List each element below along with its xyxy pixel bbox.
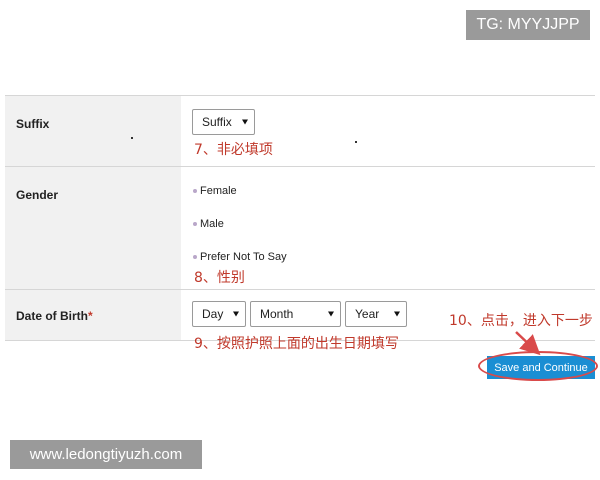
dropdown-arrow-icon	[328, 311, 334, 317]
dob-label-text: Date of Birth	[16, 309, 88, 323]
suffix-row: Suffix Suffix	[5, 95, 595, 166]
annotation-step7: 7、非必填项	[194, 142, 273, 158]
dropdown-arrow-icon	[233, 311, 239, 317]
gender-row: Gender Female Male Prefer Not To Say	[5, 166, 595, 289]
suffix-select-value: Suffix	[202, 115, 232, 129]
dob-year-select[interactable]: Year	[345, 301, 407, 327]
gender-option-label: Prefer Not To Say	[200, 251, 287, 263]
tg-watermark: TG: MYYJJPP	[466, 10, 590, 40]
dob-label: Date of Birth*	[5, 290, 181, 340]
radio-icon[interactable]	[193, 222, 197, 226]
dob-year-value: Year	[355, 307, 380, 321]
gender-option-label: Female	[200, 185, 237, 197]
highlight-circle	[478, 351, 598, 381]
gender-option-prefer-not[interactable]: Prefer Not To Say	[193, 251, 287, 263]
site-watermark: www.ledongtiyuzh.com	[10, 440, 202, 469]
stray-mark	[355, 141, 357, 143]
gender-option-female[interactable]: Female	[193, 185, 237, 197]
dropdown-arrow-icon	[242, 119, 248, 125]
gender-option-male[interactable]: Male	[193, 218, 224, 230]
suffix-select[interactable]: Suffix	[192, 109, 255, 135]
dob-day-value: Day	[202, 307, 224, 321]
suffix-label: Suffix	[5, 96, 181, 166]
dob-month-select[interactable]: Month	[250, 301, 341, 327]
annotation-step8: 8、性别	[194, 270, 245, 286]
annotation-step9: 9、按照护照上面的出生日期填写	[194, 336, 399, 352]
gender-label: Gender	[5, 167, 181, 289]
stray-mark	[131, 137, 133, 139]
dob-month-value: Month	[260, 307, 294, 321]
dropdown-arrow-icon	[394, 311, 400, 317]
radio-icon[interactable]	[193, 255, 197, 259]
required-mark: *	[88, 309, 93, 323]
personal-info-form: Suffix Suffix Gender Female Male Prefer …	[5, 95, 595, 341]
radio-icon[interactable]	[193, 189, 197, 193]
gender-option-label: Male	[200, 218, 224, 230]
dob-day-select[interactable]: Day	[192, 301, 246, 327]
annotation-step10: 10、点击，进入下一步	[449, 313, 593, 329]
